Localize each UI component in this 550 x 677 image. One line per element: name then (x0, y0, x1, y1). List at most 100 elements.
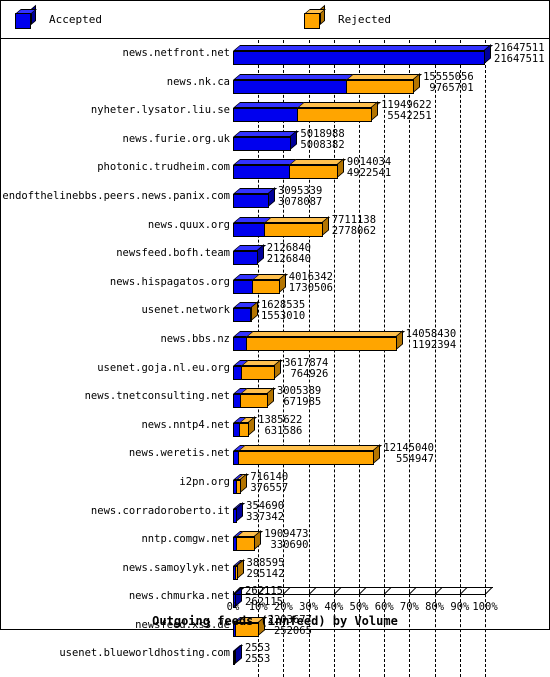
bar-segment-accepted (233, 187, 277, 208)
cube-icon (304, 4, 326, 29)
chart-bar-row: usenet.blueworldhosting.com 2553 2553 (1, 642, 549, 671)
chart-title: Outgoing feeds (innfeed) by Volume (152, 614, 398, 628)
bar-side-face (371, 101, 379, 122)
axis-tick-label: 0% (226, 601, 240, 613)
bar-value-labels: 3095339 3078087 (278, 185, 322, 208)
bar-category-label: news.weretis.net (128, 447, 230, 460)
bar-category-label: news.netfront.net (122, 47, 230, 59)
bar-value-labels: 1909473 330690 (264, 529, 308, 551)
bar-value-labels: 7711138 2778062 (331, 213, 377, 237)
bar-value-labels: 11949622 5542251 (381, 100, 432, 122)
bar-category-label: nntp.comgw.net (141, 533, 230, 546)
bar-value-accepted: 631586 (264, 424, 303, 437)
bar-value-total: 354690 (246, 499, 285, 512)
legend-label-accepted: Accepted (49, 12, 102, 26)
bar-segment-rejected (245, 330, 405, 351)
bar-value-labels: 1628535 1553010 (261, 300, 305, 322)
chart-legend: Accepted Rejected (1, 1, 549, 39)
bar-top-face (345, 73, 423, 80)
bar-value-total: 3617874 (284, 356, 329, 369)
bar-segment-accepted (233, 302, 260, 323)
bar-category-label: photonic.trudheim.com (97, 161, 230, 174)
bar-value-accepted: 764926 (290, 367, 329, 380)
bar-side-face (254, 530, 262, 551)
bar-segment-accepted (233, 159, 299, 180)
bar-category-label: news.nntp4.net (141, 418, 230, 431)
bar-value-accepted: 9765701 (429, 81, 474, 94)
axis-tick-label: 20% (273, 601, 293, 613)
bar-value-accepted: 21647511 (494, 53, 545, 65)
bar-segment-accepted (233, 73, 355, 94)
chart-bar-row: nntp.comgw.net 1909473 330690 (1, 528, 549, 557)
bar-value-accepted: 671985 (283, 396, 322, 409)
bar-top-face (264, 216, 331, 223)
bar-top-face (238, 445, 383, 452)
bar-category-label: endofthelinebbs.peers.news.panix.com (2, 189, 230, 202)
chart-plot-area: news.netfront.net 21647511 21647511 news.nk… (1, 40, 549, 677)
bar-category-label: news.corradoroberto.it (90, 504, 230, 517)
bar-value-labels: 3005389 671985 (277, 386, 321, 408)
cube-icon (15, 4, 37, 29)
bar-category-label: news.quux.org (147, 218, 230, 231)
axis-tick-label: 10% (248, 601, 268, 613)
axis-tick-label: 40% (324, 601, 344, 613)
bar-value-accepted: 5008382 (300, 138, 345, 151)
bar-category-label: usenet.blueworldhosting.com (59, 647, 230, 660)
bar-value-accepted: 2126840 (266, 253, 312, 266)
bar-value-accepted: 330690 (270, 539, 309, 552)
chart-bar-row: news.weretis.net 12145040 554947 (1, 442, 549, 471)
bar-segment-rejected (264, 216, 331, 237)
bar-value-labels: 4016342 1730506 (288, 271, 334, 294)
bar-top-face (233, 102, 306, 109)
bar-value-accepted: 337342 (246, 510, 285, 523)
bar-category-label: news.tnetconsulting.net (84, 390, 230, 403)
bar-category-label: newsfeed.bofh.team (116, 247, 230, 260)
bar-category-label: news.hispagatos.org (109, 275, 230, 288)
chart-bar-row: news.corradoroberto.it 354690 337342 (1, 500, 549, 529)
axis-tick-label: 80% (425, 601, 445, 613)
bar-value-labels: 716140 376557 (250, 471, 289, 494)
chart-bar-row: i2pn.org 716140 376557 (1, 471, 549, 500)
bar-segment-rejected (296, 102, 381, 123)
bar-segment-accepted (233, 216, 274, 237)
chart-bar-row: news.netfront.net 21647511 21647511 (1, 42, 549, 71)
chart-bar-row: nyheter.lysator.liu.se 11949622 5542251 (1, 99, 549, 128)
bar-value-accepted: 4922541 (346, 167, 392, 180)
bar-value-accepted: 1730506 (288, 281, 334, 294)
chart-x-axis: 0% 10% 20% 30% 40% 50% 60% 70% 80% 90% 100% Outgoi… (1, 577, 549, 629)
chart-bar-row: newsfeed.bofh.team 2126840 2126840 (1, 242, 549, 271)
bar-value-accepted: 376557 (250, 481, 289, 494)
bar-value-accepted: 5542251 (387, 110, 432, 123)
bar-top-face (233, 73, 355, 80)
legend-item-accepted: Accepted (15, 4, 102, 29)
bar-segment-rejected (345, 73, 423, 94)
axis-tick-label: 50% (349, 601, 369, 613)
chart-bar-row: news.hispagatos.org 4016342 1730506 (1, 271, 549, 300)
bar-top-face (233, 45, 494, 51)
bar-segment-rejected (240, 359, 284, 380)
bar-segment-accepted (233, 102, 306, 123)
bar-category-label: i2pn.org (179, 475, 230, 488)
bar-value-total: 2553 (245, 642, 271, 655)
bar-value-labels: 354690 337342 (246, 499, 285, 523)
bar-segment-accepted (233, 273, 262, 294)
chart-bar-row: usenet.network 1628535 1553010 (1, 299, 549, 328)
bar-segment-rejected (235, 531, 264, 552)
bar-value-total: 7711138 (331, 213, 377, 226)
chart-bar-row: news.nk.ca 15555056 9765701 (1, 71, 549, 100)
bar-value-accepted: 554947 (396, 453, 434, 466)
bar-segment-rejected (238, 445, 383, 466)
bar-segment-accepted (233, 130, 300, 151)
bar-category-label: usenet.network (141, 304, 230, 317)
bar-top-face (296, 102, 381, 109)
chart-bar-row: news.nntp4.net 1385622 631586 (1, 414, 549, 443)
bar-value-labels: 15555056 9765701 (423, 71, 474, 94)
bar-category-label: nyheter.lysator.liu.se (90, 104, 230, 117)
bar-side-face (250, 301, 258, 322)
bar-side-face (235, 644, 242, 665)
chart-bar-row: photonic.trudheim.com 9014034 4922541 (1, 156, 549, 185)
axis-tick-label: 70% (399, 601, 419, 613)
bar-value-labels: 9014034 4922541 (347, 157, 391, 179)
bar-category-label: news.bbs.nz (160, 332, 230, 345)
bar-value-labels: 12145040 554947 (383, 443, 434, 465)
